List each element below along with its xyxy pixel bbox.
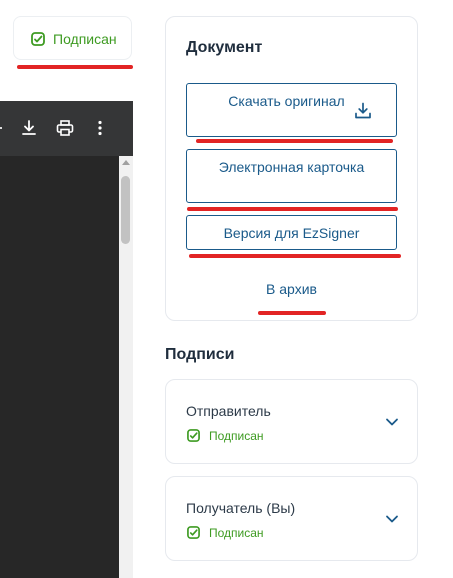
status-pill: Подписан	[13, 16, 132, 60]
chevron-down-icon[interactable]	[384, 511, 400, 527]
signature-item-sender[interactable]: Отправитель Подписан	[165, 379, 418, 464]
scroll-up-arrow[interactable]	[122, 160, 130, 165]
electronic-card-label: Электронная карточка	[218, 159, 365, 175]
download-original-button[interactable]: Скачать оригинал	[186, 83, 397, 137]
signatures-title: Подписи	[165, 346, 235, 363]
archive-link[interactable]: В архив	[165, 281, 418, 297]
toolbar-edge-glyph	[0, 127, 2, 129]
annotation-underline	[17, 65, 133, 69]
electronic-card-button[interactable]: Электронная карточка	[186, 149, 397, 203]
document-title: Документ	[186, 39, 263, 56]
signed-check-icon	[187, 429, 200, 442]
download-icon	[355, 102, 371, 119]
signed-check-icon	[187, 526, 200, 539]
document-viewer	[0, 156, 119, 578]
more-vertical-icon[interactable]	[90, 118, 110, 138]
signer-status: Подписан	[209, 429, 264, 443]
annotation-underline	[187, 207, 398, 211]
ezsigner-version-button[interactable]: Версия для EzSigner	[186, 215, 397, 250]
signed-check-icon	[31, 32, 45, 46]
print-icon[interactable]	[55, 118, 75, 138]
signer-name: Получатель (Вы)	[186, 500, 296, 516]
chevron-down-icon[interactable]	[384, 414, 400, 430]
annotation-underline	[189, 254, 401, 258]
ezsigner-version-label: Версия для EzSigner	[223, 225, 360, 241]
scrollbar-thumb[interactable]	[121, 176, 130, 244]
download-icon[interactable]	[19, 118, 39, 138]
signature-item-recipient[interactable]: Получатель (Вы) Подписан	[165, 476, 418, 561]
signer-status: Подписан	[209, 526, 264, 540]
status-label: Подписан	[53, 31, 117, 47]
annotation-underline	[258, 311, 326, 315]
download-original-label: Скачать оригинал	[228, 93, 345, 109]
annotation-underline	[196, 139, 393, 143]
signer-name: Отправитель	[186, 403, 271, 419]
